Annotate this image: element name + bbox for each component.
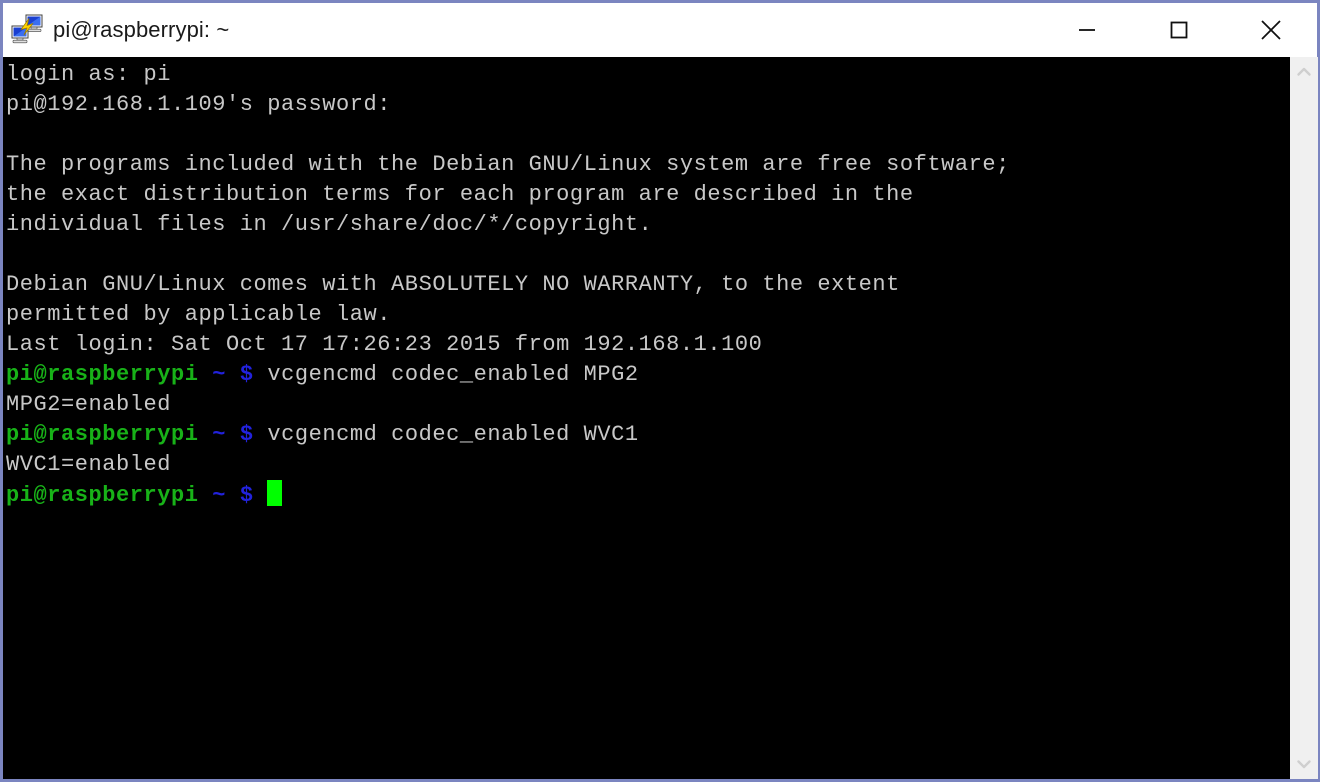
close-button[interactable] xyxy=(1225,3,1317,57)
terminal-output-line: MPG2=enabled xyxy=(6,390,1290,420)
minimize-button[interactable] xyxy=(1041,3,1133,57)
terminal-text: The programs included with the Debian GN… xyxy=(6,152,1010,177)
terminal-text: login as: pi xyxy=(6,62,172,87)
terminal-output-line: the exact distribution terms for each pr… xyxy=(6,180,1290,210)
terminal-output-line: individual files in /usr/share/doc/*/cop… xyxy=(6,210,1290,240)
prompt-user-host: pi@raspberrypi xyxy=(6,483,199,508)
putty-icon xyxy=(10,13,44,47)
terminal-text: WVC1=enabled xyxy=(6,452,172,477)
terminal-area: login as: pi pi@192.168.1.109's password:… xyxy=(3,57,1318,779)
prompt-symbol: $ xyxy=(239,362,254,387)
prompt-symbol: $ xyxy=(239,483,254,508)
maximize-icon xyxy=(1170,21,1188,39)
terminal-prompt-line: pi@raspberrypi ~ $ xyxy=(6,480,1290,510)
chevron-up-icon xyxy=(1297,67,1311,76)
prompt-cwd: ~ xyxy=(212,483,227,508)
scroll-down-button[interactable] xyxy=(1290,749,1318,779)
prompt-cwd: ~ xyxy=(212,422,227,447)
scrollbar-track[interactable] xyxy=(1290,87,1318,749)
terminal-output: login as: pi pi@192.168.1.109's password:… xyxy=(6,60,1290,510)
terminal-output-line: login as: pi xyxy=(6,60,1290,90)
window-title: pi@raspberrypi: ~ xyxy=(53,17,230,42)
terminal-screen[interactable]: login as: pi pi@192.168.1.109's password:… xyxy=(3,57,1290,779)
terminal-text: Debian GNU/Linux comes with ABSOLUTELY N… xyxy=(6,272,900,297)
putty-window: pi@raspberrypi: ~ login as: pi pi@192.16… xyxy=(0,0,1320,782)
terminal-text: MPG2=enabled xyxy=(6,392,172,417)
terminal-command: vcgencmd codec_enabled MPG2 xyxy=(267,362,639,387)
terminal-scrollbar[interactable] xyxy=(1290,57,1318,779)
chevron-down-icon xyxy=(1297,760,1311,769)
terminal-text: pi@192.168.1.109's password: xyxy=(6,92,392,117)
terminal-output-line: Debian GNU/Linux comes with ABSOLUTELY N… xyxy=(6,270,1290,300)
terminal-output-line: Last login: Sat Oct 17 17:26:23 2015 fro… xyxy=(6,330,1290,360)
terminal-prompt-line: pi@raspberrypi ~ $ vcgencmd codec_enable… xyxy=(6,420,1290,450)
scroll-up-button[interactable] xyxy=(1290,57,1318,87)
maximize-button[interactable] xyxy=(1133,3,1225,57)
terminal-text: individual files in /usr/share/doc/*/cop… xyxy=(6,212,653,237)
terminal-text: Last login: Sat Oct 17 17:26:23 2015 fro… xyxy=(6,332,763,357)
terminal-output-line: The programs included with the Debian GN… xyxy=(6,150,1290,180)
prompt-symbol: $ xyxy=(239,422,254,447)
prompt-cwd: ~ xyxy=(212,362,227,387)
minimize-icon xyxy=(1079,29,1095,31)
terminal-cursor xyxy=(267,480,283,506)
terminal-output-line: pi@192.168.1.109's password: xyxy=(6,90,1290,120)
terminal-command: vcgencmd codec_enabled WVC1 xyxy=(267,422,639,447)
terminal-output-line: WVC1=enabled xyxy=(6,450,1290,480)
window-titlebar[interactable]: pi@raspberrypi: ~ xyxy=(3,3,1317,57)
terminal-text: permitted by applicable law. xyxy=(6,302,392,327)
prompt-user-host: pi@raspberrypi xyxy=(6,362,199,387)
prompt-user-host: pi@raspberrypi xyxy=(6,422,199,447)
terminal-text: the exact distribution terms for each pr… xyxy=(6,182,914,207)
window-controls xyxy=(1041,3,1317,57)
close-icon xyxy=(1261,20,1281,40)
terminal-prompt-line: pi@raspberrypi ~ $ vcgencmd codec_enable… xyxy=(6,360,1290,390)
terminal-output-line: permitted by applicable law. xyxy=(6,300,1290,330)
titlebar-left-group: pi@raspberrypi: ~ xyxy=(3,13,229,47)
